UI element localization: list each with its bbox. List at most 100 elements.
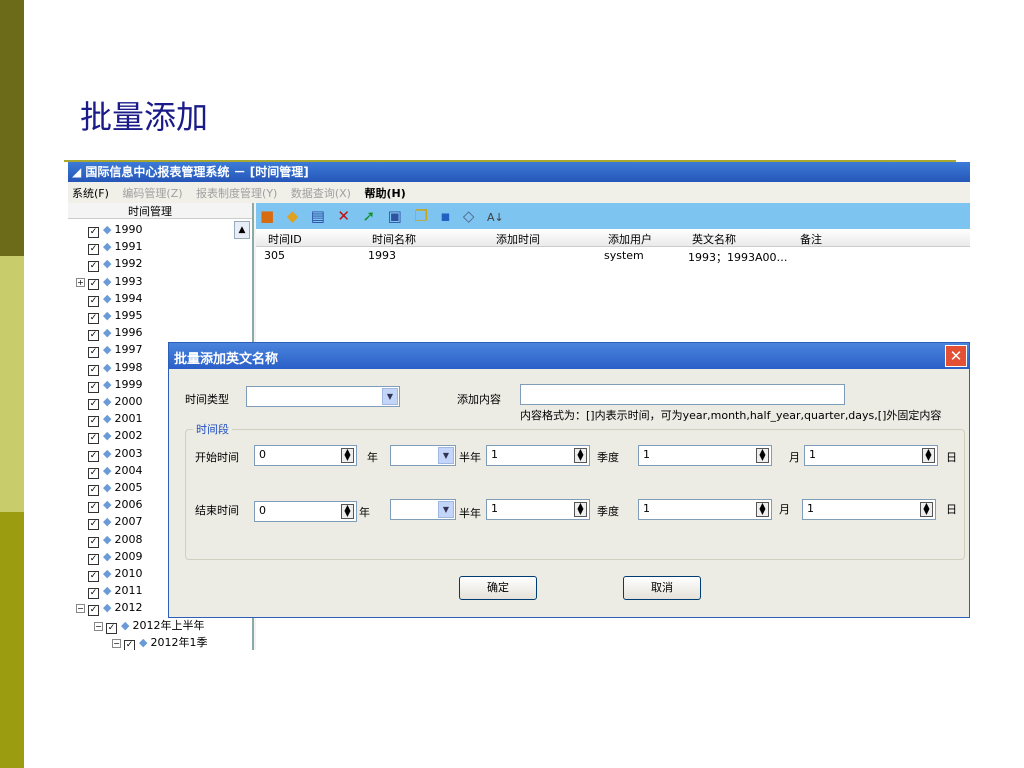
tree-node[interactable]: ✓ ◆ 2011 xyxy=(88,582,142,600)
start-day-stepper[interactable]: 1 ▲ ▼ xyxy=(804,445,938,466)
spinner-icon[interactable]: ▲ ▼ xyxy=(574,502,587,517)
edit-icon[interactable]: ▤ xyxy=(311,206,325,226)
expand-toggle-icon[interactable]: − xyxy=(94,621,103,631)
spinner-icon[interactable]: ▲ ▼ xyxy=(574,448,587,463)
spinner-icon[interactable]: ▲ ▼ xyxy=(756,448,769,463)
tree-node[interactable]: ✓ ◆ 1996 xyxy=(88,324,142,342)
table-row[interactable]: 305 1993 system 1993；1993A00… xyxy=(256,247,970,264)
node-checkbox[interactable]: ✓ xyxy=(88,605,99,617)
tree-node[interactable]: ✓ ◆ 2009 xyxy=(88,548,142,565)
tree-node[interactable]: ✓ ◆ 1990 xyxy=(88,221,142,238)
end-day-stepper[interactable]: 1 ▲ ▼ xyxy=(802,499,936,520)
start-quarter-stepper[interactable]: 1 ▲ ▼ xyxy=(486,445,590,466)
add-icon[interactable]: ■ xyxy=(260,206,274,226)
tree-node[interactable]: ✓ ◆ 1997 xyxy=(88,341,142,359)
close-icon[interactable]: ✕ xyxy=(945,345,967,367)
tree-node[interactable]: ✓ ◆ 2010 xyxy=(88,565,142,582)
end-year-stepper[interactable]: 0 ▲ ▼ xyxy=(254,501,357,522)
node-checkbox[interactable]: ✓ xyxy=(88,227,99,238)
tree-node[interactable]: ✓ ◆ 1994 xyxy=(88,290,142,307)
tree-node[interactable]: − ✓ ◆ 2012年上半年 xyxy=(94,617,204,634)
col-time-name[interactable]: 时间名称 xyxy=(372,231,416,247)
tree-node[interactable]: ✓ ◆ 2006 xyxy=(88,496,142,514)
tree-node[interactable]: ✓ ◆ 1992 xyxy=(88,255,142,273)
col-time-id[interactable]: 时间ID xyxy=(268,231,302,247)
tree-node[interactable]: + ✓ ◆ 1993 xyxy=(76,273,142,290)
start-half-select[interactable]: ▼ xyxy=(390,445,456,466)
col-add-user[interactable]: 添加用户 xyxy=(608,231,652,247)
start-month-stepper[interactable]: 1 ▲ ▼ xyxy=(638,445,772,466)
node-checkbox[interactable]: ✓ xyxy=(88,330,99,342)
tree-node[interactable]: − ✓ ◆ 2012年1季 xyxy=(112,634,207,650)
node-checkbox[interactable]: ✓ xyxy=(124,639,135,650)
end-quarter-stepper[interactable]: 1 ▲ ▼ xyxy=(486,499,590,520)
end-half-select[interactable]: ▼ xyxy=(390,499,456,520)
node-checkbox[interactable]: ✓ xyxy=(88,244,99,256)
node-checkbox[interactable]: ✓ xyxy=(88,313,99,324)
node-checkbox[interactable]: ✓ xyxy=(88,381,99,393)
node-checkbox[interactable]: ✓ xyxy=(88,433,99,445)
refresh-icon[interactable]: ▣ xyxy=(388,206,402,226)
node-checkbox[interactable]: ✓ xyxy=(88,261,99,273)
node-checkbox[interactable]: ✓ xyxy=(88,502,99,514)
add-content-input[interactable] xyxy=(520,384,845,405)
node-checkbox[interactable]: ✓ xyxy=(88,295,99,307)
expand-toggle-icon[interactable]: − xyxy=(112,638,121,648)
tree-node[interactable]: ✓ ◆ 2000 xyxy=(88,393,142,410)
node-checkbox[interactable]: ✓ xyxy=(88,519,99,531)
col-add-time[interactable]: 添加时间 xyxy=(496,231,540,247)
node-checkbox[interactable]: ✓ xyxy=(88,450,99,462)
tree-node[interactable]: ✓ ◆ 2001 xyxy=(88,410,142,428)
spinner-icon[interactable]: ▲ ▼ xyxy=(341,448,354,463)
tree-scroll-up-icon[interactable]: ▲ xyxy=(234,221,250,239)
node-checkbox[interactable]: ✓ xyxy=(88,588,99,600)
node-checkbox[interactable]: ✓ xyxy=(88,536,99,548)
node-checkbox[interactable]: ✓ xyxy=(88,399,99,410)
expand-toggle-icon[interactable]: + xyxy=(76,277,85,287)
tree-node[interactable]: − ✓ ◆ 2012 xyxy=(76,599,142,617)
chevron-down-icon[interactable]: ▼ xyxy=(438,501,454,518)
tree-node[interactable]: ✓ ◆ 2003 xyxy=(88,445,142,462)
col-english-name[interactable]: 英文名称 xyxy=(692,231,736,247)
sort-icon[interactable]: A↓ xyxy=(487,208,504,228)
node-checkbox[interactable]: ✓ xyxy=(88,571,99,582)
menu-system[interactable]: 系统(F) xyxy=(72,187,109,200)
spinner-icon[interactable]: ▲ ▼ xyxy=(920,502,933,517)
end-month-stepper[interactable]: 1 ▲ ▼ xyxy=(638,499,772,520)
batch-add-icon[interactable]: ◆ xyxy=(287,206,299,226)
chevron-down-icon[interactable]: ▼ xyxy=(438,447,454,464)
delete-icon[interactable]: ✕ xyxy=(337,206,350,226)
tree-node[interactable]: ✓ ◆ 1999 xyxy=(88,376,142,393)
tree-node[interactable]: ✓ ◆ 2007 xyxy=(88,513,142,531)
forward-icon[interactable]: ➚ xyxy=(363,206,376,226)
menu-report-mgmt[interactable]: 报表制度管理(Y) xyxy=(196,187,277,200)
save-icon[interactable]: ▪ xyxy=(440,206,450,226)
node-checkbox[interactable]: ✓ xyxy=(106,622,117,634)
open-folder-icon[interactable]: ❐ xyxy=(414,206,427,226)
node-checkbox[interactable]: ✓ xyxy=(88,347,99,359)
node-checkbox[interactable]: ✓ xyxy=(88,485,99,496)
node-checkbox[interactable]: ✓ xyxy=(88,553,99,565)
menu-code-mgmt[interactable]: 编码管理(Z) xyxy=(122,187,182,200)
tree-node[interactable]: ✓ ◆ 1998 xyxy=(88,359,142,376)
node-checkbox[interactable]: ✓ xyxy=(88,278,99,290)
node-checkbox[interactable]: ✓ xyxy=(88,467,99,479)
tree-node[interactable]: ✓ ◆ 2002 xyxy=(88,427,142,445)
tree-node[interactable]: ✓ ◆ 1991 xyxy=(88,238,142,256)
tree-node[interactable]: ✓ ◆ 2004 xyxy=(88,462,142,479)
chevron-down-icon[interactable]: ▼ xyxy=(382,388,398,405)
node-checkbox[interactable]: ✓ xyxy=(88,416,99,428)
start-year-stepper[interactable]: 0 ▲ ▼ xyxy=(254,445,357,466)
tree-node[interactable]: ✓ ◆ 1995 xyxy=(88,307,142,324)
col-remark[interactable]: 备注 xyxy=(800,231,822,247)
menu-data-query[interactable]: 数据查询(X) xyxy=(291,187,351,200)
node-checkbox[interactable]: ✓ xyxy=(88,364,99,376)
tree-node[interactable]: ✓ ◆ 2008 xyxy=(88,531,142,548)
ok-button[interactable]: 确定 xyxy=(459,576,537,600)
spinner-icon[interactable]: ▲ ▼ xyxy=(756,502,769,517)
time-type-select[interactable]: ▼ xyxy=(246,386,400,407)
tree-node[interactable]: ✓ ◆ 2005 xyxy=(88,479,142,496)
expand-toggle-icon[interactable]: − xyxy=(76,604,85,614)
menu-help[interactable]: 帮助(H) xyxy=(364,187,405,200)
tag-icon[interactable]: ◇ xyxy=(463,206,475,226)
